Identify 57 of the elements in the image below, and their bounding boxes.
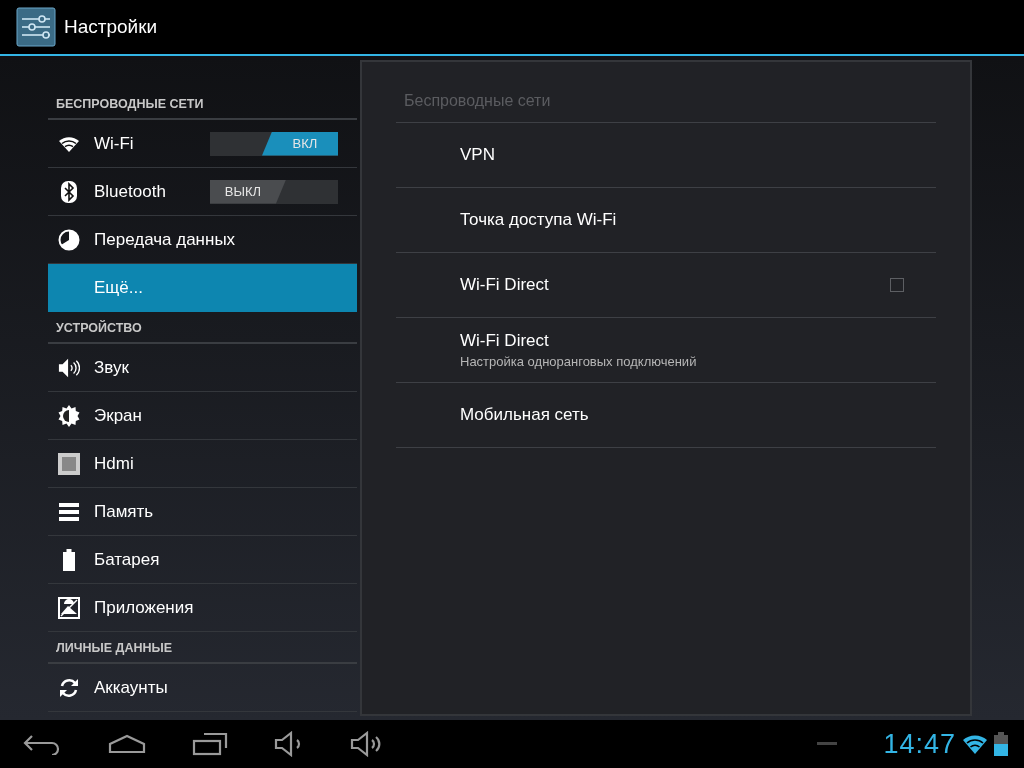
sidebar-item[interactable]: Ещё... <box>48 264 357 312</box>
settings-item[interactable]: Wi-Fi Direct Настройка одноранговых подключений <box>396 318 936 383</box>
section-header: УСТРОЙСТВО <box>48 312 357 344</box>
sidebar-item[interactable]: Приложения <box>48 584 357 632</box>
speaker-icon <box>58 356 80 379</box>
item-label: Аккаунты <box>94 677 169 698</box>
back-icon[interactable] <box>22 733 62 755</box>
brightness-icon <box>58 404 80 427</box>
item-label: Приложения <box>94 597 195 618</box>
battery-status-icon <box>994 732 1008 756</box>
sidebar-item[interactable]: Батарея <box>48 536 357 584</box>
section-header: ЛИЧНЫЕ ДАННЫЕ <box>48 632 357 664</box>
sidebar-item[interactable]: Аккаунты <box>48 664 357 712</box>
item-title: Wi-Fi Direct <box>460 275 550 295</box>
settings-item[interactable]: VPN <box>396 123 936 188</box>
item-label: Экран <box>94 405 143 426</box>
sidebar-item[interactable]: Hdmi <box>48 440 357 488</box>
item-label: Hdmi <box>94 453 135 474</box>
sidebar-item[interactable]: Bluetooth ВЫКЛ <box>48 168 357 216</box>
panel-title: Беспроводные сети <box>396 88 936 123</box>
clock-time: 14:47 <box>883 728 956 760</box>
dash-icon <box>817 742 838 746</box>
recent-apps-icon[interactable] <box>192 732 228 756</box>
item-label: Батарея <box>94 549 161 570</box>
item-title: Точка доступа Wi-Fi <box>460 210 618 230</box>
battery-icon <box>63 548 75 571</box>
item-title: Мобильная сеть <box>460 405 590 425</box>
sync-icon <box>58 676 80 699</box>
square-icon <box>58 452 80 475</box>
sidebar-item[interactable]: Экран <box>48 392 357 440</box>
section-header: БЕСПРОВОДНЫЕ СЕТИ <box>48 96 357 120</box>
settings-item[interactable]: Точка доступа Wi-Fi <box>396 188 936 253</box>
settings-item[interactable]: Wi-Fi Direct <box>396 253 936 318</box>
item-title: VPN <box>460 145 496 165</box>
toggle-switch[interactable]: ВЫКЛ <box>210 179 338 204</box>
wifi-signal-icon <box>962 733 988 755</box>
item-label: Wi-Fi <box>94 133 135 154</box>
picture-icon <box>58 596 80 619</box>
item-label: Звук <box>94 357 130 378</box>
bluetooth-icon <box>61 180 77 203</box>
item-label: Ещё... <box>94 277 144 298</box>
sidebar-item[interactable]: Wi-Fi ВКЛ <box>48 120 357 168</box>
settings-sliders-icon[interactable] <box>16 7 56 47</box>
storage-icon <box>59 502 79 521</box>
pie-chart-icon <box>58 228 80 251</box>
item-label: Передача данных <box>94 229 237 250</box>
app-title: Настройки <box>64 16 158 38</box>
settings-item[interactable]: Мобильная сеть <box>396 383 936 448</box>
item-title: Wi-Fi Direct <box>460 331 550 351</box>
wifi-icon <box>58 134 80 153</box>
home-icon[interactable] <box>108 734 146 754</box>
item-label: Память <box>94 501 155 522</box>
item-summary: Настройка одноранговых подключений <box>460 354 698 369</box>
checkbox[interactable] <box>890 278 904 292</box>
sidebar-item[interactable]: Звук <box>48 344 357 392</box>
item-label: Bluetooth <box>94 181 167 202</box>
sidebar-item[interactable]: Память <box>48 488 357 536</box>
